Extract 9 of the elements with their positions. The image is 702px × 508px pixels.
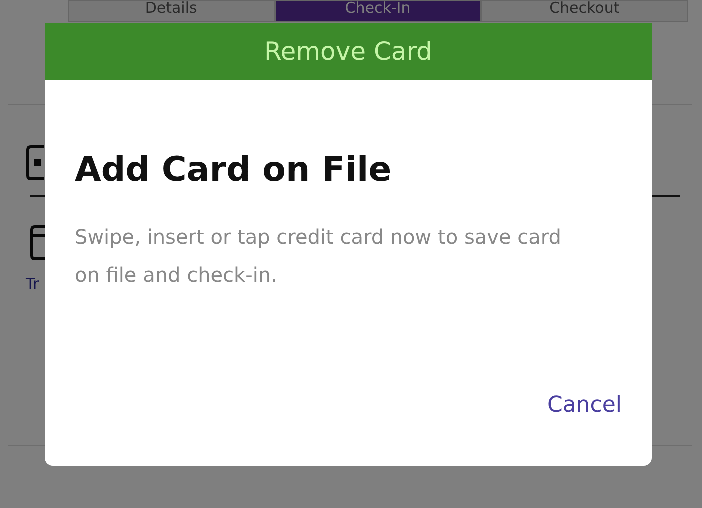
tab[interactable]: Checkout: [481, 0, 688, 22]
dialog-message: Swipe, insert or tap credit card now to save card on file and check-in.: [75, 224, 562, 289]
tab[interactable]: Details: [68, 0, 275, 22]
cancel-button[interactable]: Cancel: [547, 393, 622, 418]
card-icon: [30, 225, 48, 261]
tab[interactable]: Check-In: [274, 0, 482, 22]
banner: Remove Card: [45, 23, 652, 80]
square-icon: [26, 145, 44, 181]
dialog-title: Add Card on File: [75, 150, 393, 190]
